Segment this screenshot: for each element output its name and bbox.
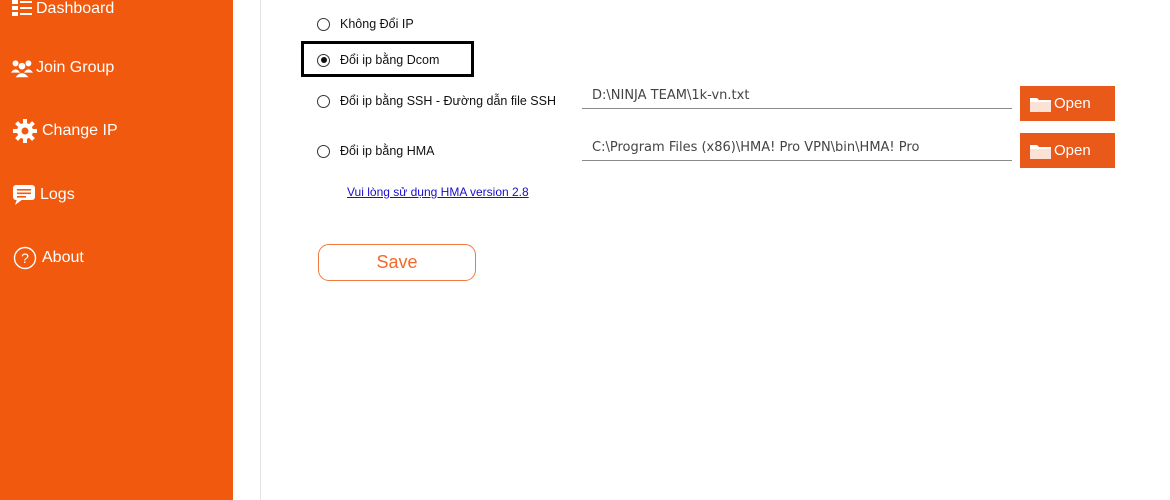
radio-label: Đổi ip bằng HMA (340, 144, 435, 158)
folder-icon (1029, 142, 1053, 160)
radio-label: Đổi ip bằng SSH - Đường dẫn file SSH (340, 94, 556, 108)
hma-path-input[interactable] (582, 135, 1012, 161)
sidebar-item-join-group[interactable]: Join Group (10, 56, 114, 80)
radio-label: Không Đổi IP (340, 17, 414, 31)
open-button-label: Open (1054, 95, 1091, 112)
radio-dcom[interactable]: Đổi ip bằng Dcom (317, 53, 439, 67)
sidebar-item-label: Change IP (42, 122, 118, 139)
sidebar-item-label: About (42, 249, 84, 266)
sidebar-item-label: Logs (40, 186, 75, 203)
radio-button[interactable] (317, 17, 330, 31)
dashboard-icon (10, 0, 34, 21)
radio-ssh[interactable]: Đổi ip bằng SSH - Đường dẫn file SSH (317, 94, 556, 108)
save-button[interactable]: Save (318, 244, 476, 281)
sidebar-item-label: Dashboard (36, 0, 115, 17)
gear-icon (10, 119, 40, 143)
radio-label: Đổi ip bằng Dcom (340, 53, 440, 67)
group-icon (10, 56, 34, 80)
svg-text:?: ? (21, 250, 29, 266)
chat-icon (10, 183, 38, 207)
radio-button[interactable] (317, 144, 330, 158)
question-icon: ? (10, 246, 40, 270)
sidebar-item-logs[interactable]: Logs (10, 183, 75, 207)
sidebar: Dashboard Join Group Change IP Logs ? Ab… (0, 0, 233, 500)
sidebar-item-about[interactable]: ? About (10, 246, 84, 270)
content-divider (260, 0, 261, 500)
hma-version-link[interactable]: Vui lòng sử dụng HMA version 2.8 (347, 185, 529, 199)
radio-hma[interactable]: Đổi ip bằng HMA (317, 144, 435, 158)
radio-button[interactable] (317, 53, 330, 67)
radio-button[interactable] (317, 94, 330, 108)
radio-no-change-ip[interactable]: Không Đổi IP (317, 17, 414, 31)
open-button-label: Open (1054, 142, 1091, 159)
sidebar-item-change-ip[interactable]: Change IP (10, 119, 118, 143)
open-ssh-file-button[interactable]: Open (1020, 86, 1115, 121)
sidebar-item-dashboard[interactable]: Dashboard (10, 0, 114, 21)
ssh-path-input[interactable] (582, 83, 1012, 109)
sidebar-item-label: Join Group (36, 59, 115, 76)
folder-icon (1029, 95, 1053, 113)
open-hma-file-button[interactable]: Open (1020, 133, 1115, 168)
